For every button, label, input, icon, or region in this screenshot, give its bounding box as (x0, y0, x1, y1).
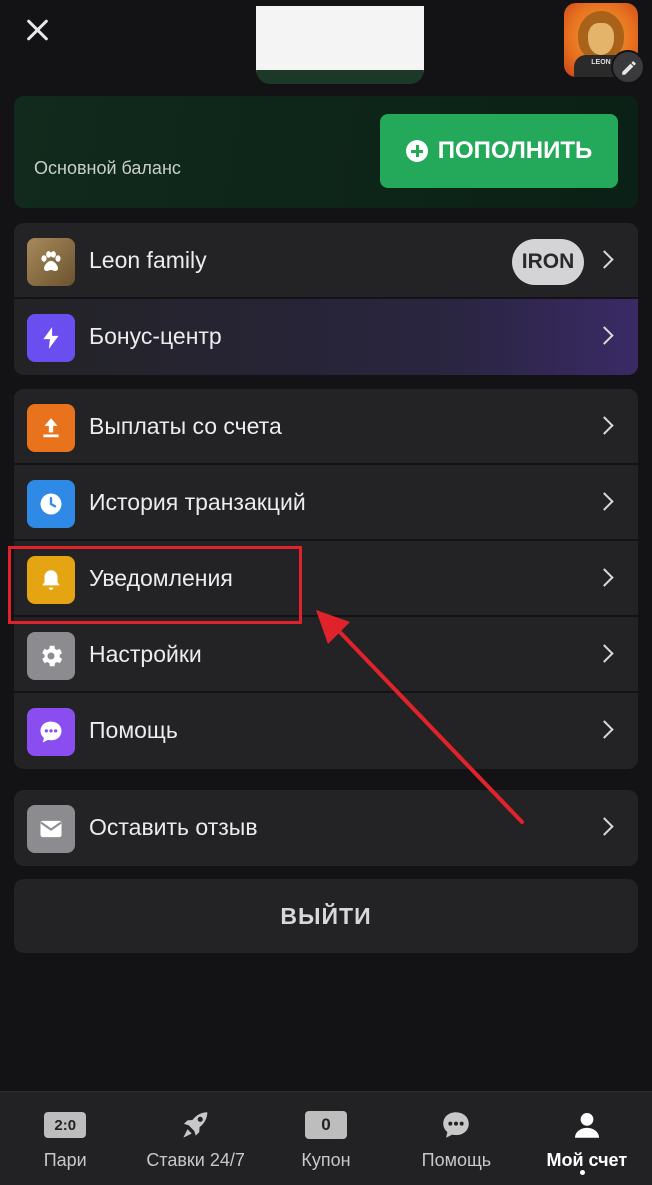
chevron-right-icon (595, 568, 614, 587)
tab-label: Ставки 24/7 (146, 1150, 245, 1170)
header: LEON (0, 0, 652, 90)
menu-item-label: Помощь (89, 717, 178, 743)
annotation-highlight-box (8, 546, 302, 624)
scoreboard-icon: 2:0 (44, 1112, 87, 1138)
tab-label: Купон (301, 1150, 351, 1170)
tab-label: Мой счет (546, 1150, 628, 1170)
menu-item-label: Leon family (89, 247, 207, 273)
menu-item-label: Оставить отзыв (89, 814, 258, 840)
chevron-right-icon (595, 817, 614, 836)
upload-icon (27, 404, 75, 452)
chevron-right-icon (595, 326, 614, 345)
status-badge: IRON (512, 239, 584, 285)
tab-label: Пари (43, 1150, 87, 1170)
balance-label: Основной баланс (34, 158, 181, 178)
menu-item-payouts[interactable]: Выплаты со счета (14, 389, 638, 465)
lightning-icon (27, 314, 75, 362)
lion-face (588, 23, 614, 55)
menu-item-label: Настройки (89, 641, 202, 667)
paw-icon (27, 238, 75, 286)
topup-button[interactable]: ПОПОЛНИТЬ (380, 114, 618, 188)
rocket-icon (182, 1112, 207, 1138)
menu-item-leon-family[interactable]: Leon family IRON (14, 223, 638, 299)
chevron-right-icon (595, 416, 614, 435)
user-icon (574, 1112, 599, 1138)
menu-item-transaction-history[interactable]: История транзакций (14, 465, 638, 541)
tab-help[interactable]: Помощь (391, 1092, 521, 1185)
edit-avatar-button[interactable] (611, 50, 645, 84)
mail-icon (27, 805, 75, 853)
menu-item-label: Бонус-центр (89, 323, 222, 349)
tab-coupon[interactable]: 0 Купон (261, 1092, 391, 1185)
tab-my-account[interactable]: Мой счет (522, 1092, 652, 1185)
gear-icon (27, 632, 75, 680)
menu-item-label: История транзакций (89, 489, 306, 515)
chevron-right-icon (595, 492, 614, 511)
close-icon[interactable] (20, 12, 56, 48)
active-indicator (579, 1170, 585, 1175)
annotation-arrow (316, 610, 524, 824)
balance-card: Основной баланс ПОПОЛНИТЬ (14, 96, 638, 208)
menu-item-label: Выплаты со счета (89, 413, 282, 439)
menu-group-loyalty: Leon family IRON Бонус-центр (14, 223, 638, 375)
coupon-counter-icon: 0 (305, 1111, 348, 1139)
chat-icon (27, 708, 75, 756)
logout-button[interactable]: ВЫЙТИ (14, 879, 638, 953)
tab-bets-24-7[interactable]: Ставки 24/7 (130, 1092, 260, 1185)
clock-icon (27, 480, 75, 528)
redacted-username (256, 6, 424, 84)
tab-label: Помощь (421, 1150, 492, 1170)
chevron-right-icon (595, 250, 614, 269)
tab-bets[interactable]: 2:0 Пари (0, 1092, 130, 1185)
chevron-right-icon (595, 720, 614, 739)
bottom-tab-bar: 2:0 Пари Ставки 24/7 0 Купон Помощь Мой … (0, 1091, 652, 1185)
chat-bubble-icon (443, 1112, 470, 1138)
topup-label: ПОПОЛНИТЬ (437, 137, 593, 164)
menu-item-bonus-center[interactable]: Бонус-центр (14, 299, 638, 375)
chevron-right-icon (595, 644, 614, 663)
plus-circle-icon (405, 140, 428, 162)
pencil-icon (622, 61, 636, 75)
